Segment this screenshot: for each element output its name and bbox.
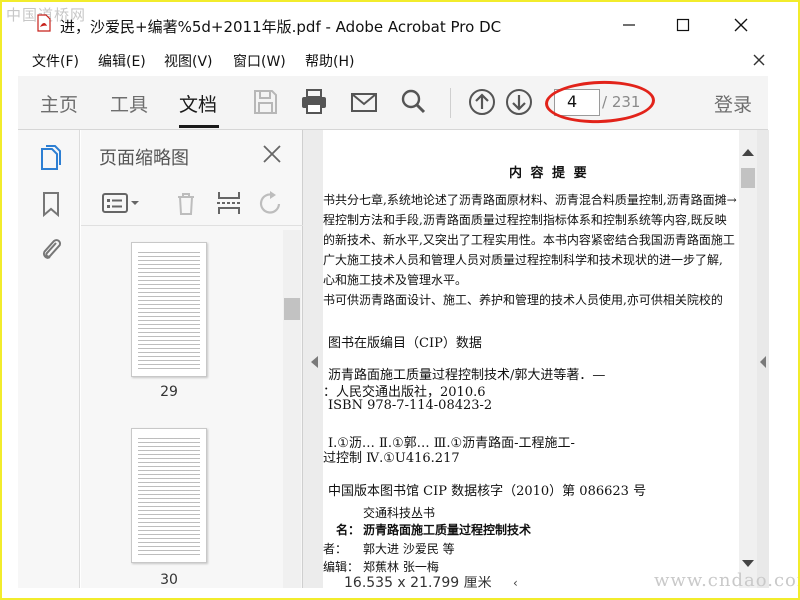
document-scroll-thumb[interactable] — [741, 168, 755, 188]
minimize-icon — [623, 24, 635, 26]
navigation-rail — [18, 130, 80, 588]
main-toolbar: 主页 工具 文档 4 / 231 登录 — [18, 76, 768, 130]
doc-class-line: 过控制 Ⅳ.①U416.217 — [323, 451, 460, 466]
rotate-icon[interactable] — [257, 190, 285, 216]
thumbnail-content — [138, 435, 200, 556]
tab-document[interactable]: 文档 — [179, 90, 217, 117]
thumbnail-content — [138, 249, 200, 370]
doc-summary-line: 广大施工技术人员和管理人员对质量过程控制科学和技术现状的进一步了解, — [323, 253, 723, 267]
page-thumbnails-icon[interactable] — [38, 144, 64, 172]
signin-button[interactable]: 登录 — [714, 90, 752, 117]
active-tab-indicator — [179, 125, 219, 128]
toolbar-divider — [450, 88, 451, 118]
doc-editors-label: 编辑： — [323, 560, 360, 574]
thumbnails-panel: 页面缩略图 29 30 — [81, 130, 303, 588]
doc-cip-number: 中国版本图书馆 CIP 数据核字（2010）第 086623 号 — [328, 484, 647, 499]
scroll-up-icon[interactable] — [742, 149, 754, 156]
document-scrollbar[interactable] — [739, 130, 757, 588]
search-icon[interactable] — [398, 87, 428, 117]
document-view[interactable]: 内 容 提 要 书共分七章,系统地论述了沥青路面原材料、沥青混合料质量控制,沥青… — [323, 130, 739, 588]
next-page-icon[interactable] — [504, 87, 534, 117]
maximize-button[interactable] — [660, 10, 706, 40]
attachment-icon[interactable] — [38, 234, 64, 262]
menu-bar: 文件(F) 编辑(E) 视图(V) 窗口(W) 帮助(H) — [2, 48, 798, 74]
thumbnail-list: 29 30 — [81, 230, 303, 588]
print-icon[interactable] — [299, 87, 329, 117]
save-icon[interactable] — [250, 87, 280, 117]
menu-window[interactable]: 窗口(W) — [233, 51, 286, 71]
page-size-readout: 16.535 x 21.799 厘米 — [344, 576, 514, 588]
scroll-left-icon[interactable]: ‹ — [513, 576, 523, 590]
thumbnail-label: 29 — [160, 384, 178, 400]
close-document-icon[interactable] — [751, 52, 767, 68]
email-icon[interactable] — [349, 87, 379, 117]
doc-editors: 郑蕉林 张一梅 — [363, 560, 439, 574]
doc-summary-line: 书共分七章,系统地论述了沥青路面原材料、沥青混合料质量控制,沥青路面摊→ — [323, 193, 737, 207]
menu-view[interactable]: 视图(V) — [164, 51, 213, 71]
menu-file[interactable]: 文件(F) — [32, 51, 79, 71]
expand-right-icon[interactable] — [760, 356, 766, 368]
doc-summary-line: 心和施工技术及管理水平。 — [323, 273, 468, 287]
site-watermark-bottom: www.cndao.com — [654, 570, 800, 591]
close-icon — [734, 18, 748, 32]
doc-authors: 郭大进 沙爱民 等 — [363, 542, 455, 556]
thumbnail-page-30[interactable] — [131, 428, 207, 563]
doc-series: 交通科技丛书 — [363, 506, 436, 520]
menu-help[interactable]: 帮助(H) — [305, 51, 354, 71]
panel-toolbar — [81, 178, 303, 226]
close-window-button[interactable] — [718, 10, 764, 40]
doc-cip-line: ISBN 978-7-114-08423-2 — [328, 398, 493, 413]
doc-authors-label: 者： — [323, 542, 348, 556]
doc-book-name: 沥青路面施工质量过程控制技术 — [363, 523, 532, 537]
thumbnail-page-29[interactable] — [131, 242, 207, 377]
acrobat-window: 中国道桥网 进，沙爱民+编著%5d+2011年版.pdf - Adobe Acr… — [0, 0, 800, 600]
delete-page-icon[interactable] — [173, 190, 199, 216]
thumbnail-label: 30 — [160, 572, 178, 588]
thumbnail-scroll-thumb[interactable] — [284, 298, 300, 320]
thumbnail-scrollbar[interactable] — [283, 230, 301, 588]
doc-heading: 内 容 提 要 — [509, 166, 589, 181]
bookmark-icon[interactable] — [38, 190, 64, 218]
window-title: 进，沙爱民+编著%5d+2011年版.pdf - Adobe Acrobat P… — [60, 18, 502, 36]
collapse-left-icon[interactable] — [311, 356, 318, 368]
panel-title: 页面缩略图 — [99, 148, 189, 169]
title-bar: 中国道桥网 进，沙爱民+编著%5d+2011年版.pdf - Adobe Acr… — [2, 2, 798, 48]
pdf-file-icon — [37, 14, 51, 32]
maximize-icon — [676, 18, 690, 32]
doc-summary-line: 程控制方法和手段,沥青路面质量过程控制指标体系和控制系统等内容,既反映 — [323, 213, 727, 227]
minimize-button[interactable] — [606, 10, 652, 40]
highlight-annotation-oval — [544, 79, 656, 125]
previous-page-icon[interactable] — [467, 87, 497, 117]
scroll-down-icon[interactable] — [742, 560, 754, 567]
close-icon[interactable] — [261, 143, 283, 165]
page-size-text: 16.535 x 21.799 厘米 — [344, 576, 492, 588]
doc-summary-line: 书可供沥青路面设计、施工、养护和管理的技术人员使用,亦可供相关院校的 — [323, 293, 723, 307]
menu-edit[interactable]: 编辑(E) — [98, 51, 146, 71]
doc-summary-line: 的新技术、新水平,又突出了工程实用性。本书内容紧密结合我国沥青路面施工 — [323, 233, 735, 247]
tab-tools[interactable]: 工具 — [110, 90, 148, 117]
doc-book-name-label: 名： — [336, 523, 361, 537]
insert-page-icon[interactable] — [215, 190, 243, 216]
doc-cip-title: 图书在版编目（CIP）数据 — [328, 336, 482, 351]
tab-home[interactable]: 主页 — [40, 90, 78, 117]
options-menu-icon[interactable] — [101, 190, 141, 216]
